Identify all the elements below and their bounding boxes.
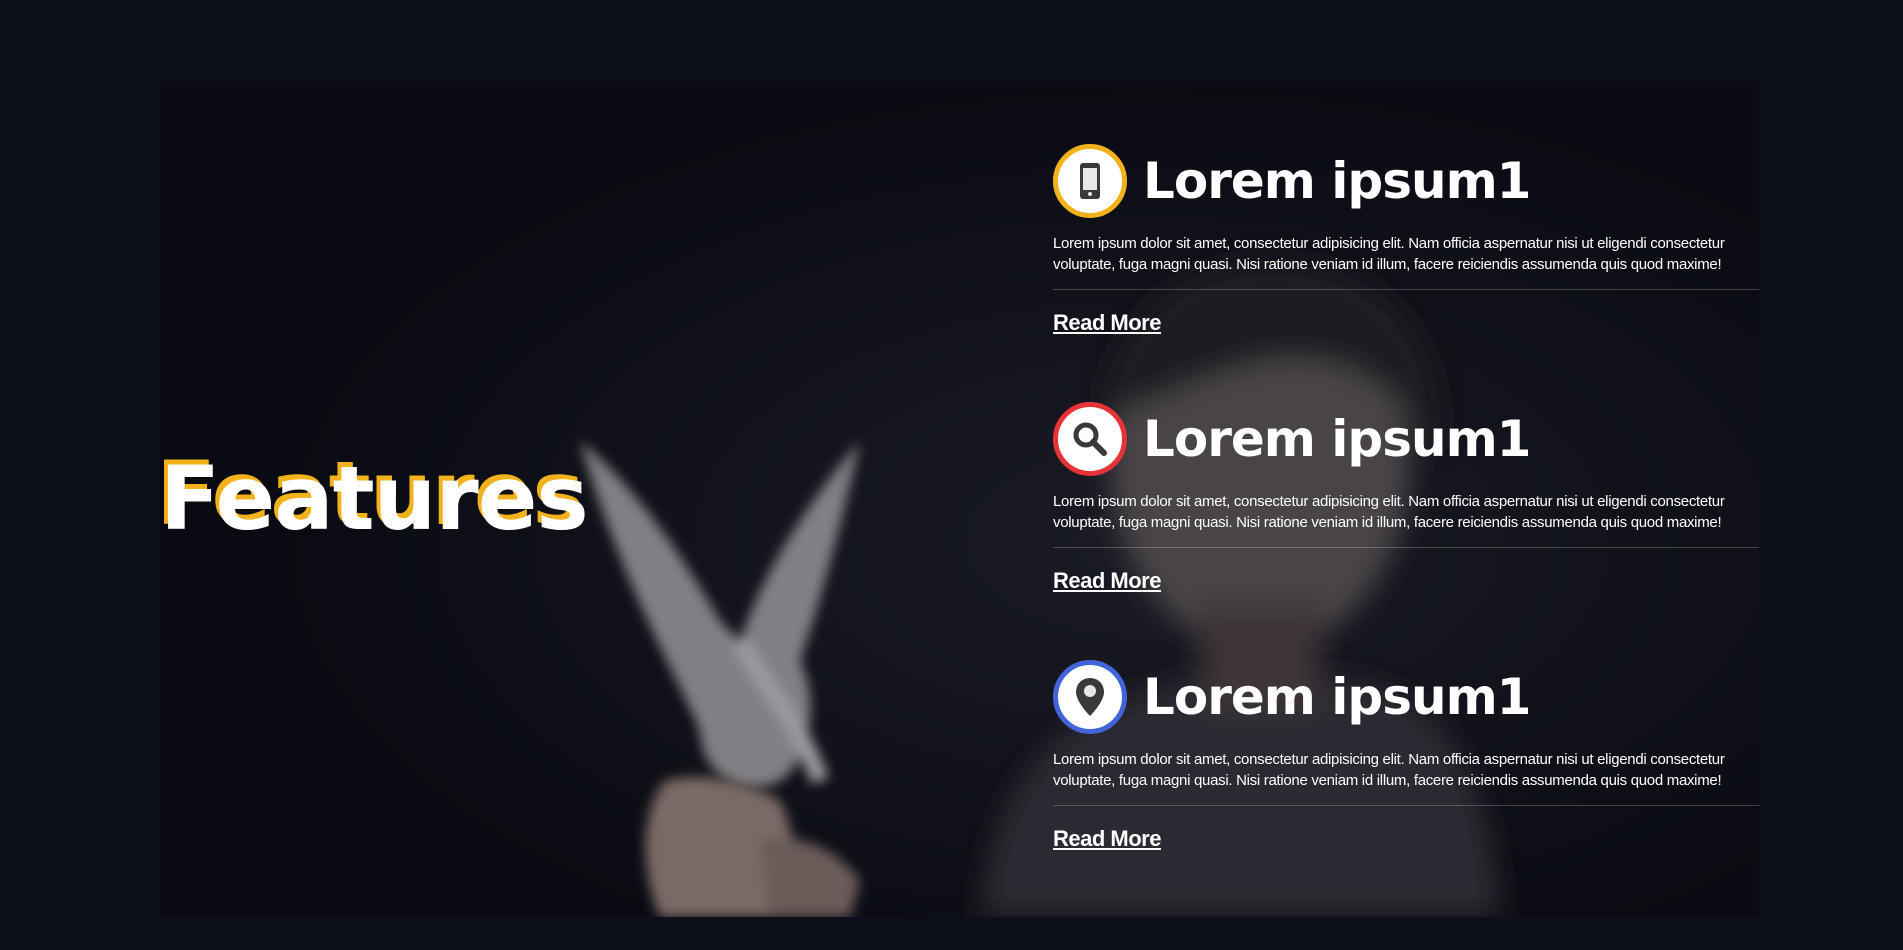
- feature-item: Lorem ipsum1 Lorem ipsum dolor sit amet,…: [1053, 401, 1759, 660]
- heading-wrapper: Features: [160, 81, 589, 917]
- smartphone-icon: [1053, 143, 1127, 218]
- feature-title: Lorem ipsum1: [1143, 151, 1531, 210]
- features-section: Features Lorem ipsum1 Lorem ipsum dolor …: [160, 81, 1759, 917]
- search-icon: [1053, 401, 1127, 476]
- feature-description: Lorem ipsum dolor sit amet, consectetur …: [1053, 235, 1725, 273]
- feature-title: Lorem ipsum1: [1143, 667, 1531, 726]
- feature-title: Lorem ipsum1: [1143, 409, 1531, 468]
- features-list: Lorem ipsum1 Lorem ipsum dolor sit amet,…: [1053, 143, 1759, 917]
- read-more-link[interactable]: Read More: [1053, 826, 1161, 852]
- section-heading: Features: [160, 447, 589, 550]
- read-more-link[interactable]: Read More: [1053, 310, 1161, 336]
- divider: [1053, 289, 1759, 290]
- feature-description: Lorem ipsum dolor sit amet, consectetur …: [1053, 493, 1725, 531]
- feature-description: Lorem ipsum dolor sit amet, consectetur …: [1053, 751, 1725, 789]
- divider: [1053, 547, 1759, 548]
- location-pin-icon: [1053, 659, 1127, 734]
- feature-item: Lorem ipsum1 Lorem ipsum dolor sit amet,…: [1053, 659, 1759, 917]
- read-more-link[interactable]: Read More: [1053, 568, 1161, 594]
- feature-item: Lorem ipsum1 Lorem ipsum dolor sit amet,…: [1053, 143, 1759, 402]
- divider: [1053, 805, 1759, 806]
